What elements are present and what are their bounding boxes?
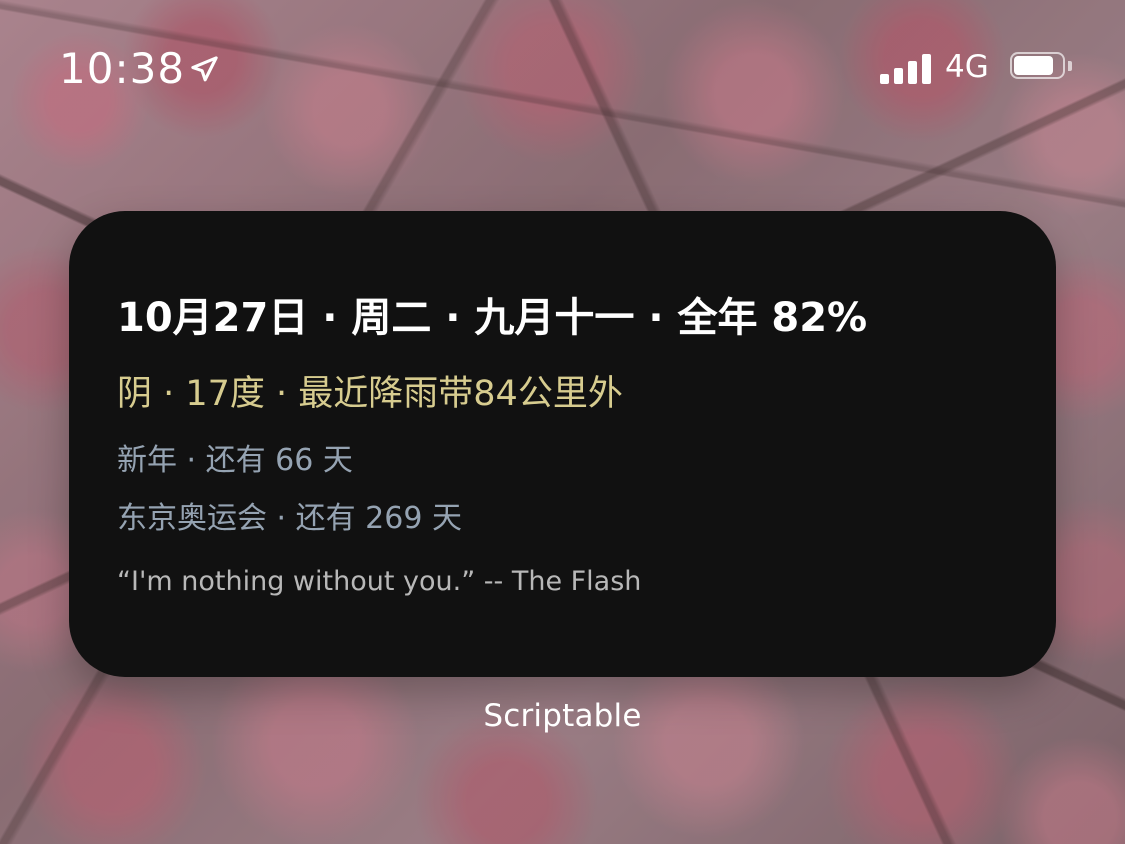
widget-app-label: Scriptable [483, 698, 642, 734]
widget-date-line: 10月27日 · 周二 · 九月十一 · 全年 82% [117, 295, 868, 341]
signal-bar-1 [880, 74, 889, 84]
battery-cap [1068, 61, 1072, 71]
signal-bar-3 [908, 61, 917, 84]
scriptable-widget[interactable]: 10月27日 · 周二 · 九月十一 · 全年 82% 阴 · 17度 · 最近… [69, 211, 1056, 677]
widget-weather-line: 阴 · 17度 · 最近降雨带84公里外 [117, 374, 623, 414]
status-bar: 10:38 4G [0, 0, 1125, 130]
widget-countdown-new-year: 新年 · 还有 66 天 [117, 443, 353, 478]
cellular-signal-icon [880, 50, 932, 84]
location-arrow-icon [191, 56, 218, 82]
network-type-label: 4G [945, 49, 989, 85]
battery-icon [1010, 52, 1074, 83]
status-time: 10:38 [59, 44, 186, 93]
signal-bar-2 [894, 68, 903, 84]
signal-bar-4 [922, 54, 931, 84]
widget-quote: “I'm nothing without you.” -- The Flash [117, 566, 642, 597]
battery-fill [1014, 56, 1053, 75]
widget-countdown-olympics: 东京奥运会 · 还有 269 天 [117, 501, 462, 536]
